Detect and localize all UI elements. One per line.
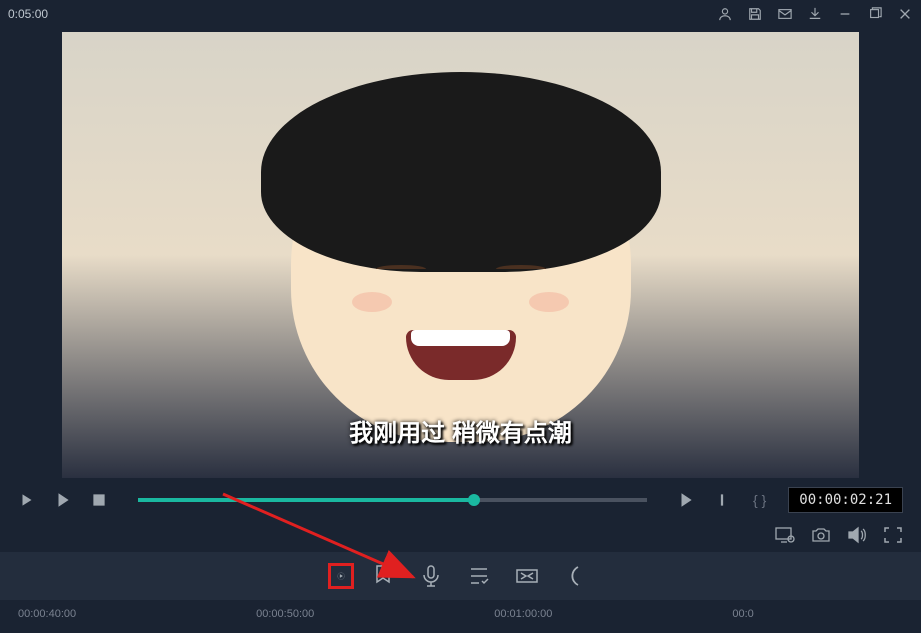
titlebar: 0:05:00 bbox=[0, 0, 921, 28]
timeline-mark: 00:0 bbox=[732, 608, 753, 620]
play-end-icon[interactable] bbox=[677, 491, 695, 509]
user-icon[interactable] bbox=[717, 6, 733, 22]
video-frame: 我刚用过 稍微有点潮 bbox=[62, 32, 859, 478]
timeline-mark: 00:00:50:00 bbox=[256, 608, 314, 620]
save-icon[interactable] bbox=[747, 6, 763, 22]
timeline-ruler[interactable]: 00:00:40:00 00:00:50:00 00:01:00:00 00:0 bbox=[0, 600, 921, 628]
stop-icon[interactable] bbox=[90, 491, 108, 509]
step-back-icon[interactable] bbox=[18, 491, 36, 509]
fullscreen-icon[interactable] bbox=[883, 526, 903, 544]
audio-mixer-icon[interactable] bbox=[466, 563, 492, 589]
timeline-mark: 00:01:00:00 bbox=[494, 608, 552, 620]
microphone-icon[interactable] bbox=[418, 563, 444, 589]
volume-icon[interactable] bbox=[847, 526, 867, 544]
timeline-mark: 00:00:40:00 bbox=[18, 608, 76, 620]
marker-icon[interactable] bbox=[370, 563, 396, 589]
titlebar-actions bbox=[717, 6, 913, 22]
braces-label[interactable]: { } bbox=[753, 492, 766, 508]
progress-fill bbox=[138, 498, 474, 502]
download-icon[interactable] bbox=[807, 6, 823, 22]
titlebar-time: 0:05:00 bbox=[8, 7, 48, 21]
timeline-toolbar bbox=[0, 552, 921, 600]
play-icon[interactable] bbox=[54, 491, 72, 509]
player-controls: { } 00:00:02:21 bbox=[0, 478, 921, 522]
mail-icon[interactable] bbox=[777, 6, 793, 22]
subtitle-text: 我刚用过 稍微有点潮 bbox=[349, 413, 572, 448]
render-preview-button[interactable] bbox=[328, 563, 354, 589]
maximize-icon[interactable] bbox=[867, 6, 883, 22]
close-icon[interactable] bbox=[897, 6, 913, 22]
video-preview[interactable]: 我刚用过 稍微有点潮 bbox=[62, 32, 859, 478]
camera-icon[interactable] bbox=[811, 526, 831, 544]
crop-icon[interactable] bbox=[514, 563, 540, 589]
moon-icon[interactable] bbox=[562, 563, 588, 589]
timecode-display: 00:00:02:21 bbox=[788, 487, 903, 513]
secondary-controls bbox=[0, 522, 921, 552]
step-forward-icon[interactable] bbox=[713, 491, 731, 509]
minimize-icon[interactable] bbox=[837, 6, 853, 22]
progress-handle[interactable] bbox=[468, 494, 480, 506]
progress-bar[interactable] bbox=[138, 498, 647, 502]
display-settings-icon[interactable] bbox=[775, 526, 795, 544]
